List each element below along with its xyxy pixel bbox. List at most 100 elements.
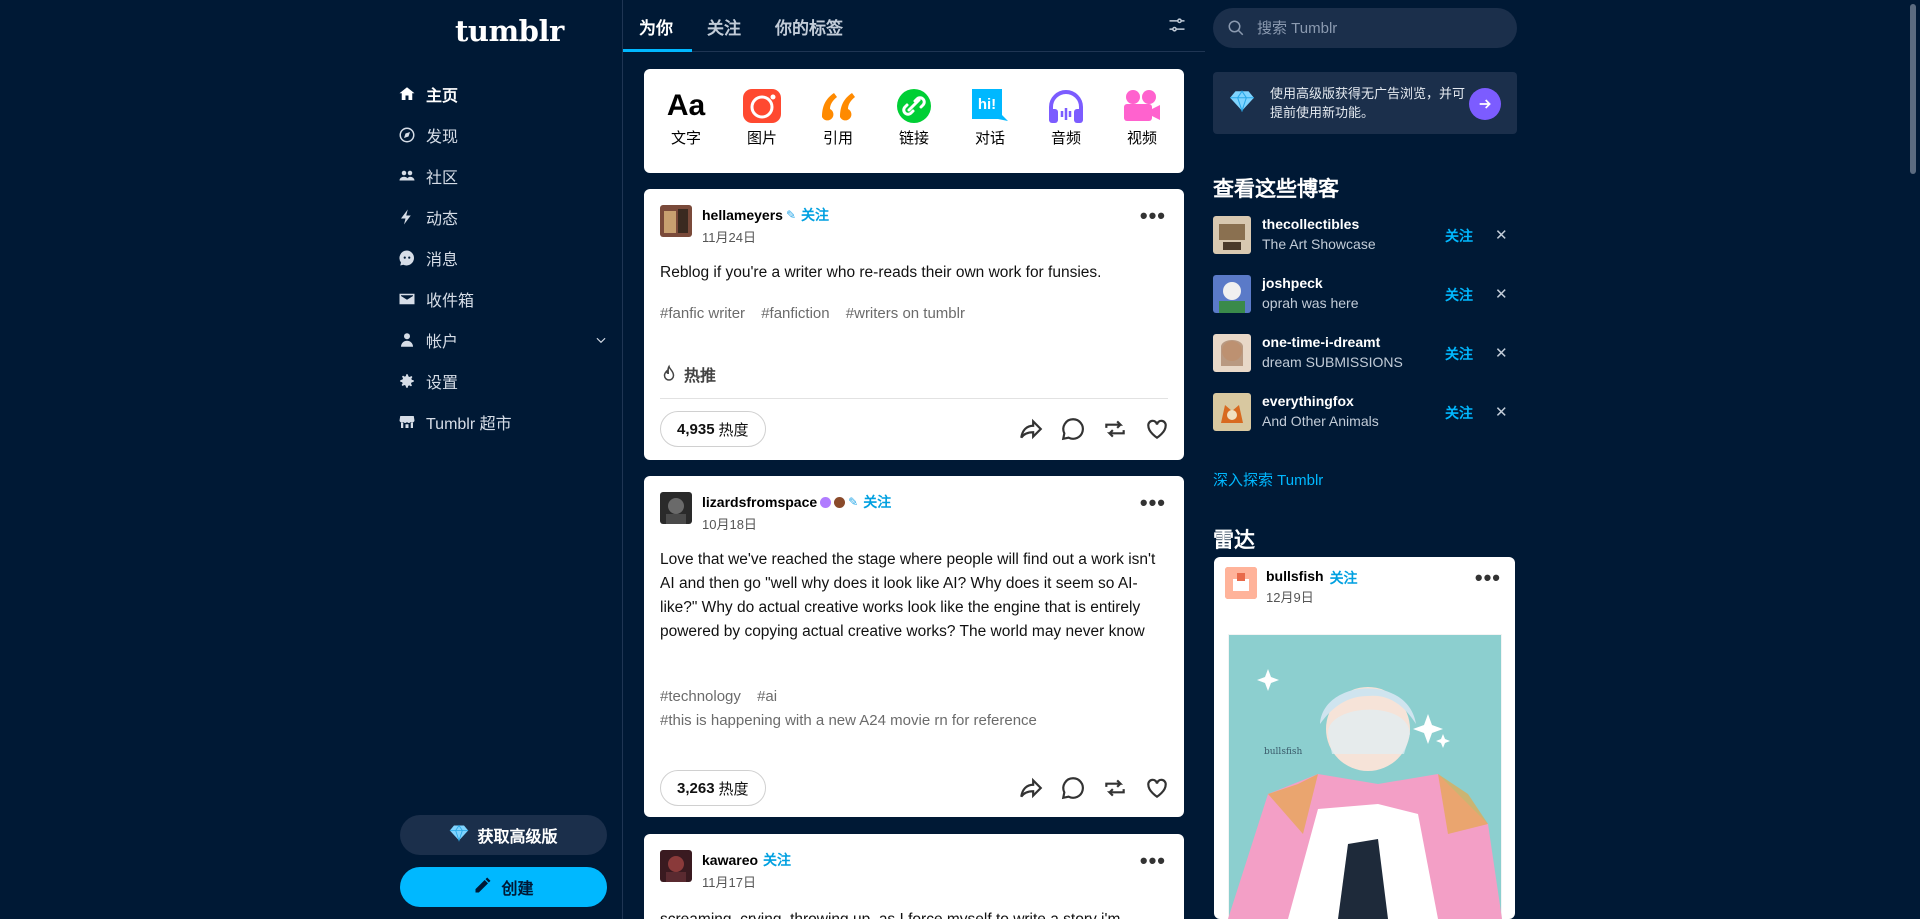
more-options-icon[interactable]: ••• [1140, 205, 1166, 227]
sidebar-item-messages[interactable]: 消息 [398, 237, 608, 278]
avatar[interactable] [1213, 334, 1251, 372]
author-name[interactable]: lizardsfromspace [702, 494, 817, 510]
avatar[interactable] [660, 205, 692, 237]
post-author[interactable]: bullsfish 关注 [1266, 568, 1358, 588]
compose-audio-button[interactable]: 音频 [1038, 87, 1094, 148]
sidebar-item-explore[interactable]: 发现 [398, 114, 608, 155]
blog-subtitle: The Art Showcase [1262, 236, 1376, 252]
compose-video-button[interactable]: 视频 [1114, 87, 1170, 148]
blog-recommendation[interactable]: everythingfox And Other Animals 关注 ✕ [1213, 389, 1517, 433]
compose-text-button[interactable]: Aa 文字 [658, 87, 714, 148]
badge-icon: ✎ [785, 208, 797, 222]
post-author[interactable]: kawareo 关注 [702, 850, 791, 870]
follow-button[interactable]: 关注 [863, 492, 891, 512]
close-icon[interactable]: ✕ [1495, 285, 1508, 303]
promo-arrow-button[interactable] [1469, 88, 1501, 120]
sidebar-item-home[interactable]: 主页 [398, 73, 608, 114]
blog-recommendation[interactable]: joshpeck oprah was here 关注 ✕ [1213, 271, 1517, 315]
radar-post-image[interactable]: bullsfish [1228, 634, 1502, 919]
reblog-icon[interactable] [1102, 775, 1128, 801]
follow-button[interactable]: 关注 [1445, 344, 1473, 364]
sidebar-item-account[interactable]: 帐户 [398, 319, 608, 360]
follow-button[interactable]: 关注 [801, 205, 829, 225]
reply-icon[interactable] [1060, 775, 1086, 801]
blog-recommendation[interactable]: one-time-i-dreamt dream SUBMISSIONS 关注 ✕ [1213, 330, 1517, 374]
tag-link[interactable]: #fanfiction [761, 305, 829, 322]
tumblr-logo[interactable]: tumblr [455, 14, 564, 48]
compose-quote-button[interactable]: 引用 [810, 87, 866, 148]
sidebar-item-settings[interactable]: 设置 [398, 360, 608, 401]
tab-for-you[interactable]: 为你 [639, 14, 673, 39]
follow-button[interactable]: 关注 [1330, 568, 1358, 588]
blog-name[interactable]: joshpeck [1262, 275, 1323, 291]
close-icon[interactable]: ✕ [1495, 226, 1508, 244]
follow-button[interactable]: 关注 [1445, 226, 1473, 246]
sidebar-item-label: 设置 [426, 374, 459, 392]
heart-icon[interactable] [1144, 775, 1170, 801]
notes-label: 热度 [718, 780, 749, 798]
compose-chat-button[interactable]: hi! 对话 [962, 87, 1018, 148]
chevron-down-icon[interactable] [594, 333, 608, 347]
sidebar-item-inbox[interactable]: 收件箱 [398, 278, 608, 319]
follow-button[interactable]: 关注 [1445, 403, 1473, 423]
more-options-icon[interactable]: ••• [1140, 850, 1166, 872]
sidebar-item-communities[interactable]: 社区 [398, 155, 608, 196]
tab-your-tags[interactable]: 你的标签 [775, 14, 843, 39]
compose-photo-button[interactable]: 图片 [734, 87, 790, 148]
post-card: lizardsfromspace ✎ 关注 10月18日 ••• Love th… [644, 476, 1184, 817]
notes-button[interactable]: 3,263 热度 [660, 770, 766, 806]
tag-link[interactable]: #ai [757, 688, 777, 705]
post-author[interactable]: hellameyers ✎ 关注 [702, 205, 829, 225]
avatar[interactable] [1213, 393, 1251, 431]
search-input[interactable] [1257, 19, 1497, 37]
post-tags: #fanfic writer #fanfiction #writers on t… [660, 302, 1166, 326]
tag-link[interactable]: #fanfic writer [660, 305, 745, 322]
author-name[interactable]: bullsfish [1266, 568, 1324, 588]
sidebar-item-store[interactable]: Tumblr 超市 [398, 401, 608, 442]
blog-name[interactable]: one-time-i-dreamt [1262, 334, 1380, 350]
author-name[interactable]: kawareo [702, 852, 758, 868]
svg-text:bullsfish: bullsfish [1264, 747, 1303, 757]
get-premium-button[interactable]: 获取高级版 [400, 815, 607, 855]
notes-button[interactable]: 4,935 热度 [660, 411, 766, 447]
share-icon[interactable] [1018, 416, 1044, 442]
compose-label: 链接 [898, 130, 929, 147]
avatar[interactable] [1213, 275, 1251, 313]
avatar[interactable] [660, 850, 692, 882]
blog-recommendation[interactable]: thecollectibles The Art Showcase 关注 ✕ [1213, 212, 1517, 256]
tab-following[interactable]: 关注 [707, 14, 741, 39]
post-actions [1018, 775, 1170, 801]
reblog-icon[interactable] [1102, 416, 1128, 442]
avatar[interactable] [660, 492, 692, 524]
close-icon[interactable]: ✕ [1495, 403, 1508, 421]
scrollbar-thumb[interactable] [1910, 4, 1916, 174]
text-icon: Aa [666, 89, 706, 122]
blog-name[interactable]: everythingfox [1262, 393, 1354, 409]
tag-link[interactable]: #technology [660, 688, 741, 705]
follow-button[interactable]: 关注 [763, 850, 791, 870]
share-icon[interactable] [1018, 775, 1044, 801]
blog-name[interactable]: thecollectibles [1262, 216, 1359, 232]
author-name[interactable]: hellameyers [702, 207, 783, 223]
premium-label: 获取高级版 [477, 829, 558, 846]
tag-link[interactable]: #this is happening with a new A24 movie … [660, 712, 1037, 729]
create-post-button[interactable]: 创建 [400, 867, 607, 907]
more-options-icon[interactable]: ••• [1140, 492, 1166, 514]
page-scrollbar[interactable] [1904, 0, 1920, 919]
compass-icon [398, 126, 416, 144]
post-author[interactable]: lizardsfromspace ✎ 关注 [702, 492, 891, 512]
compose-link-button[interactable]: 链接 [886, 87, 942, 148]
notes-count: 4,935 [677, 420, 715, 438]
avatar[interactable] [1225, 567, 1257, 599]
heart-icon[interactable] [1144, 416, 1170, 442]
premium-promo[interactable]: 使用高级版获得无广告浏览，并可提前使用新功能。 [1213, 72, 1517, 134]
more-options-icon[interactable]: ••• [1475, 567, 1501, 589]
tag-link[interactable]: #writers on tumblr [846, 305, 965, 322]
explore-tumblr-link[interactable]: 深入探索 Tumblr [1213, 469, 1323, 490]
reply-icon[interactable] [1060, 416, 1086, 442]
avatar[interactable] [1213, 216, 1251, 254]
close-icon[interactable]: ✕ [1495, 344, 1508, 362]
feed-settings-icon[interactable] [1167, 15, 1187, 35]
follow-button[interactable]: 关注 [1445, 285, 1473, 305]
sidebar-item-activity[interactable]: 动态 [398, 196, 608, 237]
